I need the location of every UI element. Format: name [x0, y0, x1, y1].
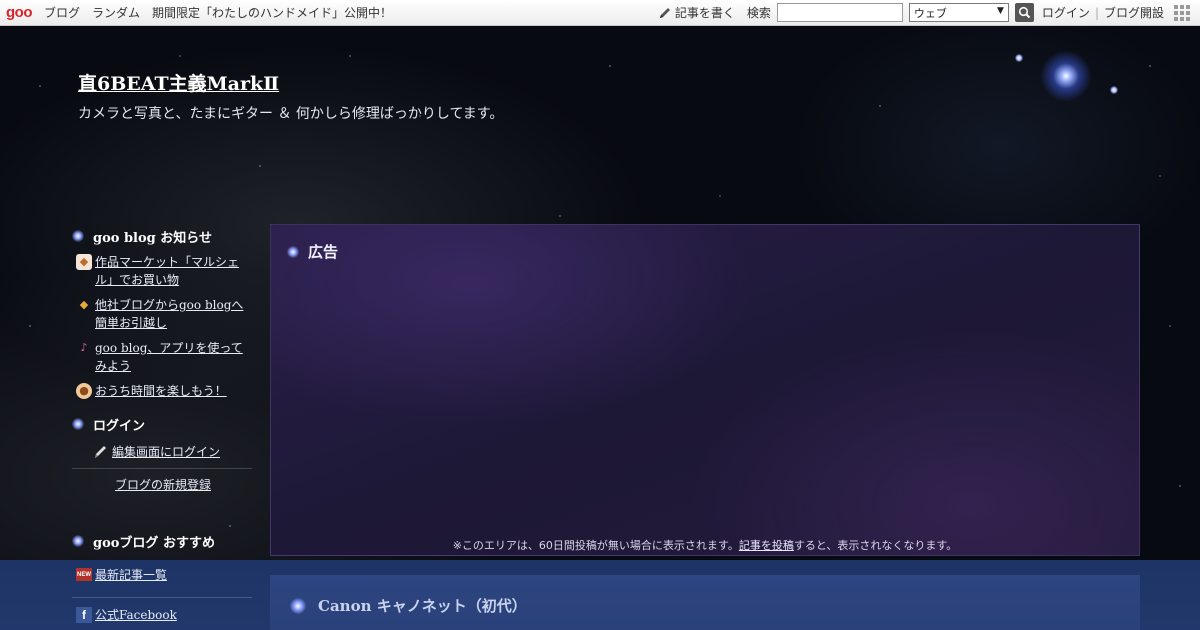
login-edit-item: 編集画面にログイン [92, 443, 254, 460]
search-input[interactable] [776, 3, 903, 22]
notice-link-marche[interactable]: 作品マーケット「マルシェル」でお買い物 [95, 253, 254, 289]
ad-note: ※このエリアは、60日間投稿が無い場合に表示されます。記事を投稿すると、表示され… [452, 539, 958, 552]
facebook-icon: f [76, 607, 92, 623]
diamond-icon: ◆ [79, 298, 89, 311]
post-article-link[interactable]: 記事を投稿 [739, 539, 794, 552]
divider [72, 597, 252, 598]
search-scope-select[interactable]: ウェブ ▼ [908, 3, 1009, 22]
register-item: ブログの新規登録 [72, 476, 254, 493]
sidebar: goo blog お知らせ ◆ 作品マーケット「マルシェル」でお買い物 ◆ 他社… [72, 226, 254, 551]
recommend-item: f 公式Facebook [72, 606, 254, 624]
star-bullet-icon [72, 418, 84, 430]
app-grid-icon[interactable] [1174, 4, 1190, 21]
search-label: 検索 [746, 6, 771, 20]
star-bullet-icon [290, 597, 306, 614]
notice-item: ● おうち時間を楽しもう！ [72, 382, 254, 400]
edit-login-link[interactable]: 編集画面にログイン [112, 443, 220, 460]
ad-heading: 広告 [287, 241, 338, 262]
article-panel: Canon キャノネット（初代） [270, 575, 1140, 630]
notice-item: ◆ 他社ブログからgoo blogへ簡単お引越し [72, 296, 254, 332]
article-title-link[interactable]: Canon キャノネット（初代） [318, 595, 527, 616]
star-decoration [1015, 54, 1023, 62]
notice-item: ◆ 作品マーケット「マルシェル」でお買い物 [72, 253, 254, 289]
notice-heading: goo blog お知らせ [72, 226, 254, 246]
login-link[interactable]: ログイン [1042, 4, 1090, 21]
pencil-icon [95, 445, 106, 458]
notice-link-move[interactable]: 他社ブログからgoo blogへ簡単お引越し [95, 296, 254, 332]
blog-description: カメラと写真と、たまにギター ＆ 何かしら修理ばっかりしてます。 [78, 106, 504, 122]
search-icon [1018, 6, 1031, 19]
recommend-item: NEW 最新記事一覧 [72, 566, 254, 584]
toolbar-right: 記事を書く 検索 ウェブ ▼ ログイン | ブログ開設 [658, 0, 1200, 26]
new-icon: NEW [76, 568, 92, 581]
pen-icon [658, 6, 672, 20]
notice-link-home[interactable]: おうち時間を楽しもう！ [95, 382, 227, 400]
facebook-link[interactable]: 公式Facebook [95, 606, 177, 624]
goo-logo[interactable]: goo [6, 4, 33, 21]
star-decoration [1110, 86, 1118, 94]
recommend-list: NEW 最新記事一覧 f 公式Facebook [72, 566, 254, 624]
star-bullet-icon [72, 535, 84, 547]
toolbar-link-blog[interactable]: ブログ [44, 4, 80, 21]
open-blog-link[interactable]: ブログ開設 [1104, 4, 1164, 21]
search-scope-value: ウェブ [913, 6, 947, 20]
goo-toolbar: goo ブログ ランダム 期間限定「わたしのハンドメイド」公開中！ 記事を書く … [0, 0, 1200, 26]
dog-icon: ● [76, 383, 92, 399]
music-note-icon: ♪ [80, 341, 88, 354]
article-heading: Canon キャノネット（初代） [290, 595, 527, 616]
chevron-down-icon: ▼ [997, 6, 1004, 16]
fox-icon: ◆ [76, 254, 92, 270]
notice-item: ♪ goo blog、アプリを使ってみよう [72, 339, 254, 375]
ad-panel: 広告 ※このエリアは、60日間投稿が無い場合に表示されます。記事を投稿すると、表… [270, 224, 1140, 556]
divider [72, 468, 252, 469]
notice-link-app[interactable]: goo blog、アプリを使ってみよう [95, 339, 254, 375]
write-article-link[interactable]: 記事を書く [675, 4, 735, 21]
star-bullet-icon [287, 245, 299, 258]
blog-title[interactable]: 直6BEAT主義MarkⅡ [78, 69, 279, 96]
toolbar-link-random[interactable]: ランダム [92, 4, 140, 21]
bright-star-decoration [1040, 50, 1092, 102]
star-bullet-icon [72, 230, 84, 242]
login-heading: ログイン [72, 414, 254, 434]
recommend-heading: gooブログ おすすめ [72, 531, 254, 551]
latest-articles-link[interactable]: 最新記事一覧 [95, 566, 167, 584]
separator: | [1094, 5, 1099, 20]
register-link[interactable]: ブログの新規登録 [115, 478, 211, 492]
search-button[interactable] [1014, 3, 1034, 22]
toolbar-link-campaign[interactable]: 期間限定「わたしのハンドメイド」公開中！ [152, 4, 392, 21]
